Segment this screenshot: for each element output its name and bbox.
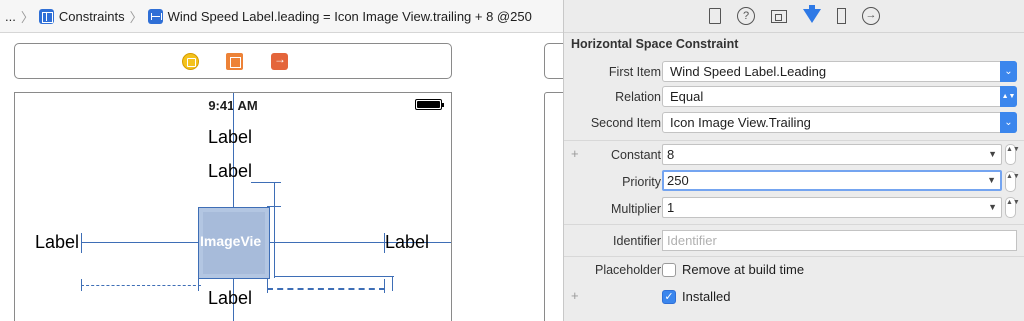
relation-popup[interactable]: Equal ▲▼ (662, 86, 1017, 107)
constraint-line (384, 279, 385, 293)
section-title: Horizontal Space Constraint (571, 37, 739, 51)
label-view[interactable]: Label (208, 127, 252, 148)
chevron-down-icon: ⌄ (1000, 61, 1017, 82)
chevron-right-icon: 〉 (20, 9, 34, 25)
breadcrumb-constraint-item[interactable]: Wind Speed Label.leading = Icon Image Vi… (147, 8, 532, 24)
connections-inspector-icon[interactable]: → (862, 7, 880, 25)
second-item-label: Second Item (590, 116, 661, 130)
identity-inspector-icon[interactable] (771, 9, 787, 23)
multiplier-label: Multiplier (610, 202, 661, 216)
installed-label[interactable]: Installed (682, 289, 730, 304)
constraint-line (251, 182, 281, 183)
dropdown-arrow-icon[interactable]: ▼ (987, 172, 996, 189)
jump-bar: ... 〉 Constraints 〉 Wind Speed Label.lea… (0, 0, 563, 33)
breadcrumb-constraints-label: Constraints (58, 8, 125, 24)
breadcrumb-constraints[interactable]: Constraints (38, 8, 125, 24)
divider (564, 140, 1024, 141)
battery-icon (415, 99, 444, 110)
constraint-line (81, 233, 82, 253)
chevron-right-icon: 〉 (129, 9, 143, 25)
remove-at-build-time-checkbox[interactable] (662, 263, 676, 277)
relation-value: Equal (670, 89, 704, 104)
priority-stepper[interactable]: ▲▼ (1005, 171, 1020, 192)
constant-value: 8 (667, 147, 675, 162)
add-installed-variation-plus-icon[interactable]: + (571, 288, 579, 303)
first-item-popup[interactable]: Wind Speed Label.Leading ⌄ (662, 61, 1017, 82)
identifier-label: Identifier (613, 234, 661, 248)
image-view-label: ImageVie (200, 233, 262, 249)
horizontal-constraint-icon (147, 8, 163, 24)
view-controller-icon[interactable] (182, 53, 199, 70)
size-inspector: ? → Horizontal Space Constraint First It… (563, 0, 1024, 321)
priority-value: 250 (667, 173, 689, 188)
chevron-down-icon: ⌄ (1000, 112, 1017, 133)
constraint-line (81, 279, 82, 291)
label-view[interactable]: Label (385, 232, 429, 253)
inspector-tabs: ? → (564, 0, 1024, 33)
constant-stepper[interactable]: ▲▼ (1005, 144, 1020, 165)
storyboard-canvas[interactable]: ... 〉 Constraints 〉 Wind Speed Label.lea… (0, 0, 563, 321)
constraint-line (198, 279, 199, 291)
divider (564, 256, 1024, 257)
divider (564, 224, 1024, 225)
add-variation-plus-icon[interactable]: + (571, 146, 579, 161)
constant-label: Constant (610, 148, 661, 162)
multiplier-combo[interactable]: 1 ▼ (662, 197, 1002, 218)
size-inspector-icon[interactable] (837, 8, 846, 24)
file-inspector-icon[interactable] (709, 8, 721, 24)
second-item-popup[interactable]: Icon Image View.Trailing ⌄ (662, 112, 1017, 133)
relation-label: Relation (615, 90, 661, 104)
placeholder-label: Placeholder (594, 263, 661, 277)
constraint-line (267, 279, 268, 293)
first-item-label: First Item (608, 65, 661, 79)
selected-constraint-dashed[interactable] (267, 288, 385, 290)
attributes-inspector-icon[interactable] (803, 5, 821, 23)
constraint-line (451, 237, 452, 249)
multiplier-value: 1 (667, 200, 675, 215)
scene-dock (14, 43, 452, 79)
second-item-value: Icon Image View.Trailing (670, 115, 811, 130)
adjacent-scene-dock (544, 43, 563, 79)
priority-label: Priority (622, 175, 661, 189)
constraints-icon (38, 8, 54, 24)
multiplier-stepper[interactable]: ▲▼ (1005, 197, 1020, 218)
constraint-line (392, 276, 393, 291)
constant-combo[interactable]: 8 ▼ (662, 144, 1002, 165)
updown-arrows-icon: ▲▼ (1000, 86, 1017, 107)
icon-image-view[interactable]: ImageVie (198, 207, 270, 279)
wind-speed-label[interactable]: Label (208, 288, 252, 309)
first-item-value: Wind Speed Label.Leading (670, 64, 827, 79)
adjacent-scene (544, 92, 563, 321)
label-view[interactable]: Label (35, 232, 79, 253)
dropdown-arrow-icon[interactable]: ▼ (988, 198, 997, 217)
remove-at-build-time-label[interactable]: Remove at build time (682, 262, 804, 277)
exit-icon[interactable] (271, 52, 288, 70)
breadcrumb-constraint-label: Wind Speed Label.leading = Icon Image Vi… (167, 8, 532, 24)
label-view[interactable]: Label (208, 161, 252, 182)
jumpbar-ellipsis[interactable]: ... (5, 9, 16, 24)
constraint-line (274, 276, 394, 277)
selected-constraint-dashed (81, 285, 201, 286)
priority-combo[interactable]: 250 ▼ (662, 170, 1002, 191)
identifier-field[interactable]: Identifier (662, 230, 1017, 251)
installed-checkbox[interactable]: ✓ (662, 290, 676, 304)
first-responder-icon[interactable] (226, 53, 243, 70)
constraint-line (274, 182, 275, 278)
help-icon[interactable]: ? (737, 7, 755, 25)
view-controller-scene[interactable]: 9:41 AM Label Label Label Label Label Im… (14, 92, 452, 321)
dropdown-arrow-icon[interactable]: ▼ (988, 145, 997, 164)
